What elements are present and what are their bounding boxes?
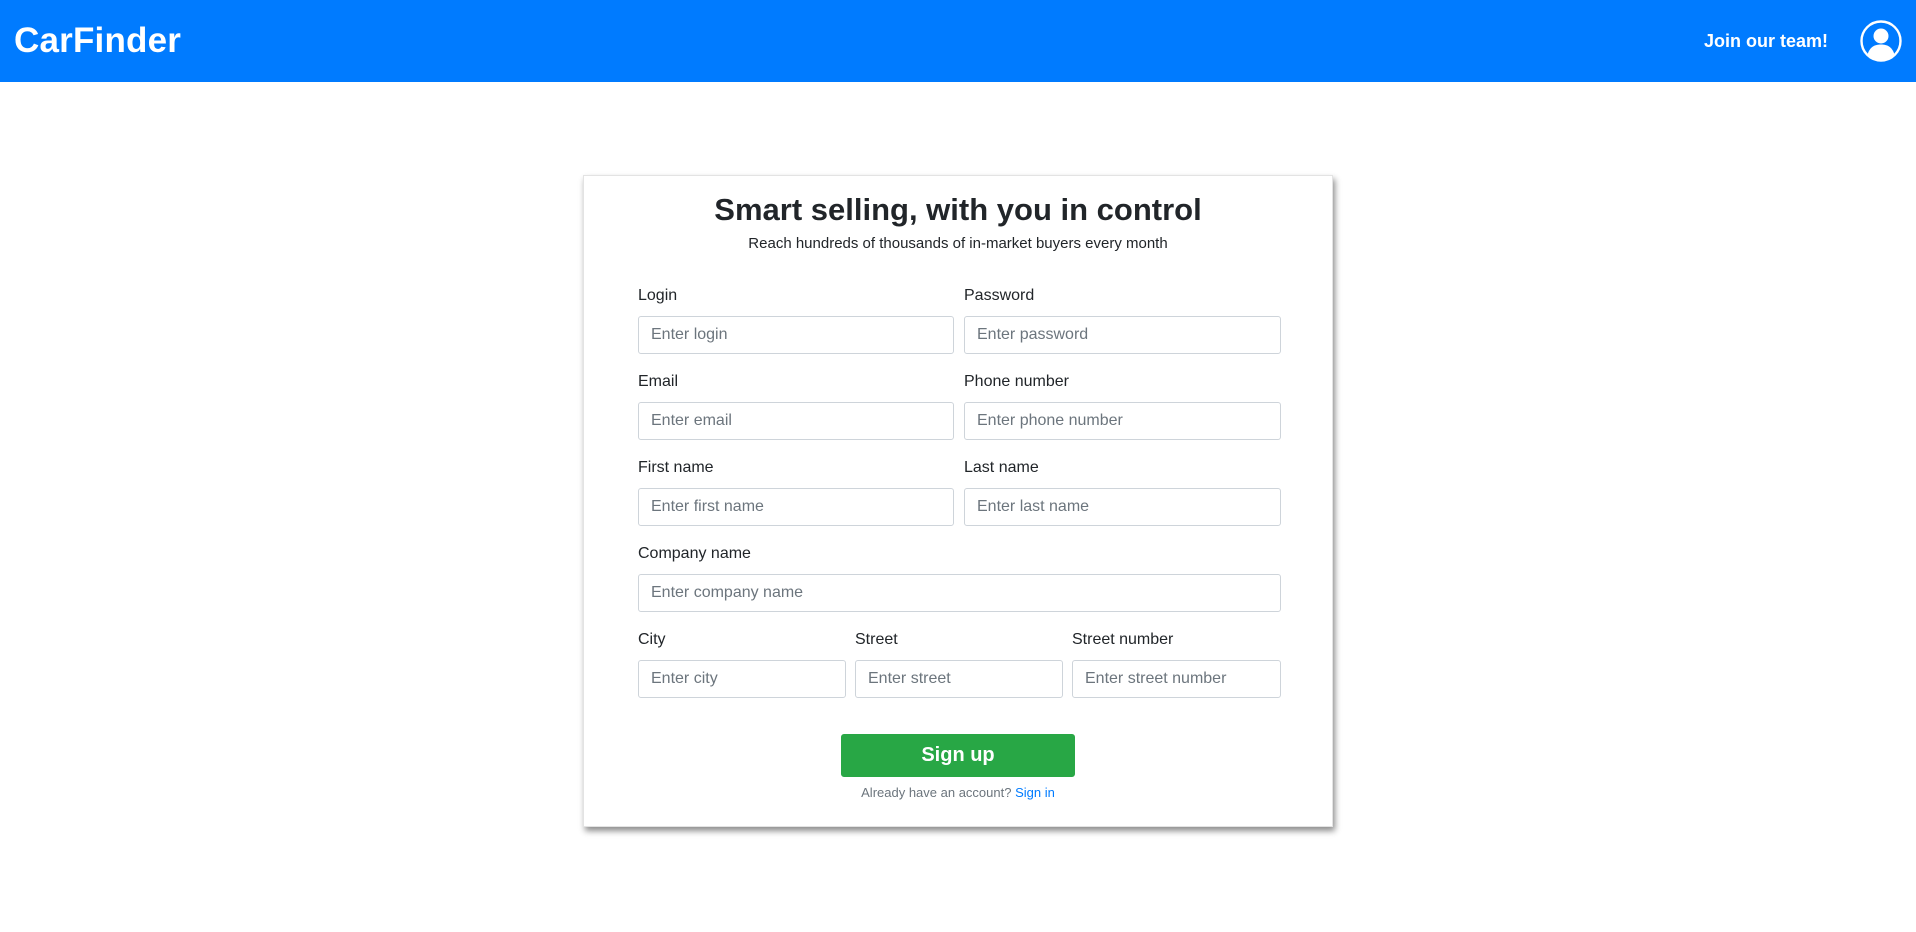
signin-prompt-line: Already have an account? Sign in xyxy=(584,785,1332,800)
login-field-group: Login xyxy=(638,286,954,354)
phone-input[interactable] xyxy=(964,402,1281,440)
email-label: Email xyxy=(638,373,679,390)
company-label: Company name xyxy=(638,545,751,562)
street-input[interactable] xyxy=(855,660,1063,698)
first-name-label: First name xyxy=(638,459,714,476)
top-navbar: CarFinder Join our team! xyxy=(0,0,1916,82)
city-input[interactable] xyxy=(638,660,846,698)
last-name-input[interactable] xyxy=(964,488,1281,526)
user-circle-icon[interactable] xyxy=(1860,20,1902,62)
street-number-input[interactable] xyxy=(1072,660,1281,698)
last-name-field-group: Last name xyxy=(964,458,1281,526)
street-label: Street xyxy=(855,631,898,648)
password-input[interactable] xyxy=(964,316,1281,354)
street-number-field-group: Street number xyxy=(1072,630,1281,698)
password-label: Password xyxy=(964,287,1035,304)
form-title: Smart selling, with you in control xyxy=(714,192,1202,227)
company-input[interactable] xyxy=(638,574,1281,612)
brand-logo[interactable]: CarFinder xyxy=(14,21,181,61)
login-label: Login xyxy=(638,287,678,304)
sign-up-button[interactable]: Sign up xyxy=(841,734,1075,777)
password-field-group: Password xyxy=(964,286,1281,354)
navbar-right: Join our team! xyxy=(1704,20,1902,62)
city-label: City xyxy=(638,631,666,648)
company-field-group: Company name xyxy=(638,544,1281,612)
street-field-group: Street xyxy=(855,630,1063,698)
phone-label: Phone number xyxy=(964,373,1069,390)
sign-in-link[interactable]: Sign in xyxy=(1015,785,1055,800)
street-number-label: Street number xyxy=(1072,631,1174,648)
email-field-group: Email xyxy=(638,372,954,440)
email-input[interactable] xyxy=(638,402,954,440)
first-name-input[interactable] xyxy=(638,488,954,526)
phone-field-group: Phone number xyxy=(964,372,1281,440)
last-name-label: Last name xyxy=(964,459,1039,476)
signin-prompt-text: Already have an account? xyxy=(861,785,1012,800)
join-our-team-link[interactable]: Join our team! xyxy=(1704,31,1828,52)
form-subtitle: Reach hundreds of thousands of in-market… xyxy=(748,235,1168,252)
city-field-group: City xyxy=(638,630,846,698)
login-input[interactable] xyxy=(638,316,954,354)
first-name-field-group: First name xyxy=(638,458,954,526)
signup-card: Smart selling, with you in control Reach… xyxy=(583,175,1333,827)
